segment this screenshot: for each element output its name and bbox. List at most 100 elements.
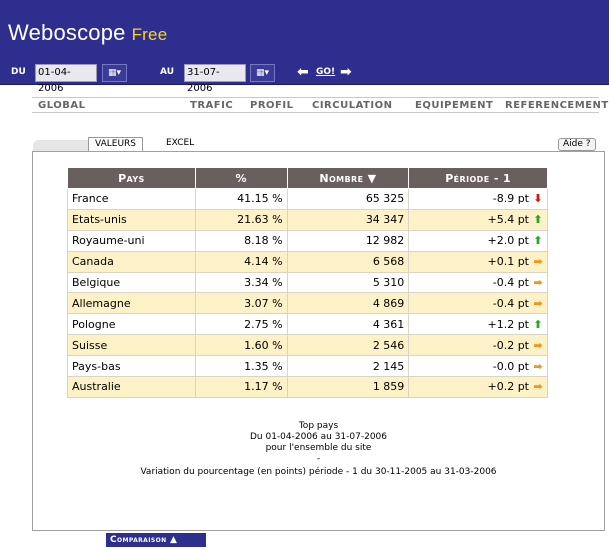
period-cell-text: -0.4 pt <box>492 276 529 289</box>
nav-referencement[interactable]: REFERENCEMENT <box>505 100 609 111</box>
period-cell-text: +1.2 pt <box>487 317 529 331</box>
country-cell: Royaume-uni <box>67 229 196 252</box>
period-cell-text: +5.4 pt <box>487 213 529 227</box>
arrow-right-icon[interactable]: ➡ <box>340 64 352 80</box>
country-cell-text: Australie <box>72 380 121 394</box>
calendar-icon: ▦▾ <box>107 68 122 78</box>
period-cell-text: +0.1 pt <box>487 255 529 269</box>
to-label: AU <box>160 67 174 77</box>
country-cell: Suisse <box>67 334 196 357</box>
nav-global[interactable]: GLOBAL <box>38 100 85 111</box>
period-cell: +0.2 pt ➡ <box>408 376 548 398</box>
percent-cell: 3.07 % <box>194 292 288 315</box>
table-body: France 41.15 % 65 325 -8.9 pt ⬇ Etats-unis 21.… <box>67 188 548 398</box>
country-cell: France <box>67 188 196 210</box>
trend-flat-icon: ➡ <box>533 359 543 373</box>
nav-equipement[interactable]: EQUIPEMENT <box>415 100 493 111</box>
percent-cell: 1.35 % <box>194 355 288 378</box>
period-cell: +2.0 pt ⬆ <box>408 229 548 252</box>
period-cell: +0.1 pt ➡ <box>408 250 548 273</box>
table-row: Australie 1.17 % 1 859 +0.2 pt ➡ <box>67 376 548 398</box>
go-button[interactable]: GO! <box>316 67 335 77</box>
to-calendar-button[interactable]: ▦▾ <box>250 64 275 82</box>
percent-cell-text: 8.18 % <box>244 234 283 248</box>
percent-cell: 41.15 % <box>194 188 288 210</box>
column-header-nombre[interactable]: Nombre ▼ <box>286 167 410 189</box>
trend-flat-icon: ➡ <box>533 338 543 352</box>
column-header-percent[interactable]: % <box>194 167 288 189</box>
table-row: Belgique 3.34 % 5 310 -0.4 pt ➡ <box>67 271 548 294</box>
to-date-field[interactable]: 31-07-2006 <box>184 64 246 94</box>
count-cell-text: 12 982 <box>365 234 405 248</box>
trend-up-icon: ⬆ <box>533 213 543 227</box>
percent-cell: 1.60 % <box>194 334 288 357</box>
arrow-left-icon[interactable]: ⬅ <box>297 64 309 80</box>
caption-separator: - <box>316 454 321 464</box>
country-cell-text: Etats-unis <box>72 213 127 227</box>
period-cell-text: -0.4 pt <box>492 296 529 310</box>
percent-cell-text: 3.07 % <box>244 296 283 310</box>
from-date-field[interactable]: 01-04-2006 <box>35 64 97 94</box>
period-cell-text: -0.2 pt <box>492 338 529 352</box>
table-header-row: Pays % Nombre ▼ Période - 1 <box>67 167 548 189</box>
count-cell: 5 310 <box>286 271 410 294</box>
percent-cell: 8.18 % <box>194 229 288 252</box>
nav-circulation[interactable]: CIRCULATION <box>312 100 392 111</box>
period-cell-text: +0.2 pt <box>487 380 529 394</box>
tab-valeurs[interactable]: VALEURS <box>88 137 143 151</box>
period-cell: -0.2 pt ➡ <box>408 334 548 357</box>
percent-cell-text: 41.15 % <box>237 192 283 206</box>
caption-range: Du 01-04-2006 au 31-07-2006 <box>249 432 388 442</box>
count-cell-text: 2 546 <box>372 338 405 352</box>
table-row: Pays-bas 1.35 % 2 145 -0.0 pt ➡ <box>67 355 548 378</box>
comparison-button[interactable]: Comparaison ▲ <box>106 533 206 547</box>
period-cell: -0.0 pt ➡ <box>408 355 548 378</box>
table-row: Etats-unis 21.63 % 34 347 +5.4 pt ⬆ <box>67 208 548 231</box>
count-cell-text: 34 347 <box>365 213 405 227</box>
app-title: Weboscope Free <box>8 20 167 46</box>
count-cell: 6 568 <box>286 250 410 273</box>
count-cell: 65 325 <box>286 188 410 210</box>
nav-trafic[interactable]: TRAFIC <box>190 100 233 111</box>
nav-profil[interactable]: PROFIL <box>250 100 293 111</box>
percent-cell: 3.34 % <box>194 271 288 294</box>
table-row: Pologne 2.75 % 4 361 +1.2 pt ⬆ <box>67 313 548 336</box>
table-row: Canada 4.14 % 6 568 +0.1 pt ➡ <box>67 250 548 273</box>
table-row: Royaume-uni 8.18 % 12 982 +2.0 pt ⬆ <box>67 229 548 252</box>
column-header-pays[interactable]: Pays <box>67 167 196 189</box>
country-cell: Etats-unis <box>67 208 196 231</box>
country-cell-text: Suisse <box>72 338 108 352</box>
percent-cell-text: 1.35 % <box>244 359 283 373</box>
column-header-periode[interactable]: Période - 1 <box>408 167 548 189</box>
caption-title: Top pays <box>298 421 339 431</box>
period-cell-text: -8.9 pt <box>492 192 529 206</box>
app-name: Weboscope <box>8 20 126 45</box>
percent-cell-text: 1.60 % <box>244 338 283 352</box>
percent-cell: 21.63 % <box>194 208 288 231</box>
period-cell: +5.4 pt ⬆ <box>408 208 548 231</box>
help-button[interactable]: Aide ? <box>558 138 596 151</box>
trend-flat-icon: ➡ <box>533 380 543 394</box>
main-nav: GLOBAL TRAFIC PROFIL CIRCULATION EQUIPEM… <box>32 97 608 113</box>
period-cell-text: +2.0 pt <box>487 234 529 248</box>
tab-excel[interactable]: EXCEL <box>160 137 200 151</box>
from-calendar-button[interactable]: ▦▾ <box>102 64 127 82</box>
country-cell-text: Allemagne <box>72 296 131 310</box>
date-range-bar: DU 01-04-2006 ▦▾ AU 31-07-2006 ▦▾ ⬅ GO! … <box>0 62 609 94</box>
country-cell-text: Canada <box>72 255 114 269</box>
count-cell-text: 2 145 <box>372 359 405 373</box>
trend-down-icon: ⬇ <box>533 192 543 206</box>
period-cell-text: -0.0 pt <box>492 359 529 373</box>
count-cell: 34 347 <box>286 208 410 231</box>
app-header: Weboscope Free DU 01-04-2006 ▦▾ AU 31-07-… <box>0 0 609 94</box>
caption-variation: Variation du pourcentage (en points) pér… <box>140 467 497 477</box>
percent-cell-text: 4.14 % <box>244 255 283 269</box>
country-cell-text: Pays-bas <box>72 359 121 373</box>
calendar-icon: ▦▾ <box>255 68 270 78</box>
country-cell-text: Royaume-uni <box>72 234 145 248</box>
count-cell: 2 145 <box>286 355 410 378</box>
countries-table: Pays % Nombre ▼ Période - 1 France 41.15 … <box>67 167 548 398</box>
trend-flat-icon: ➡ <box>533 296 543 310</box>
count-cell: 4 361 <box>286 313 410 336</box>
trend-flat-icon: ➡ <box>533 276 543 289</box>
